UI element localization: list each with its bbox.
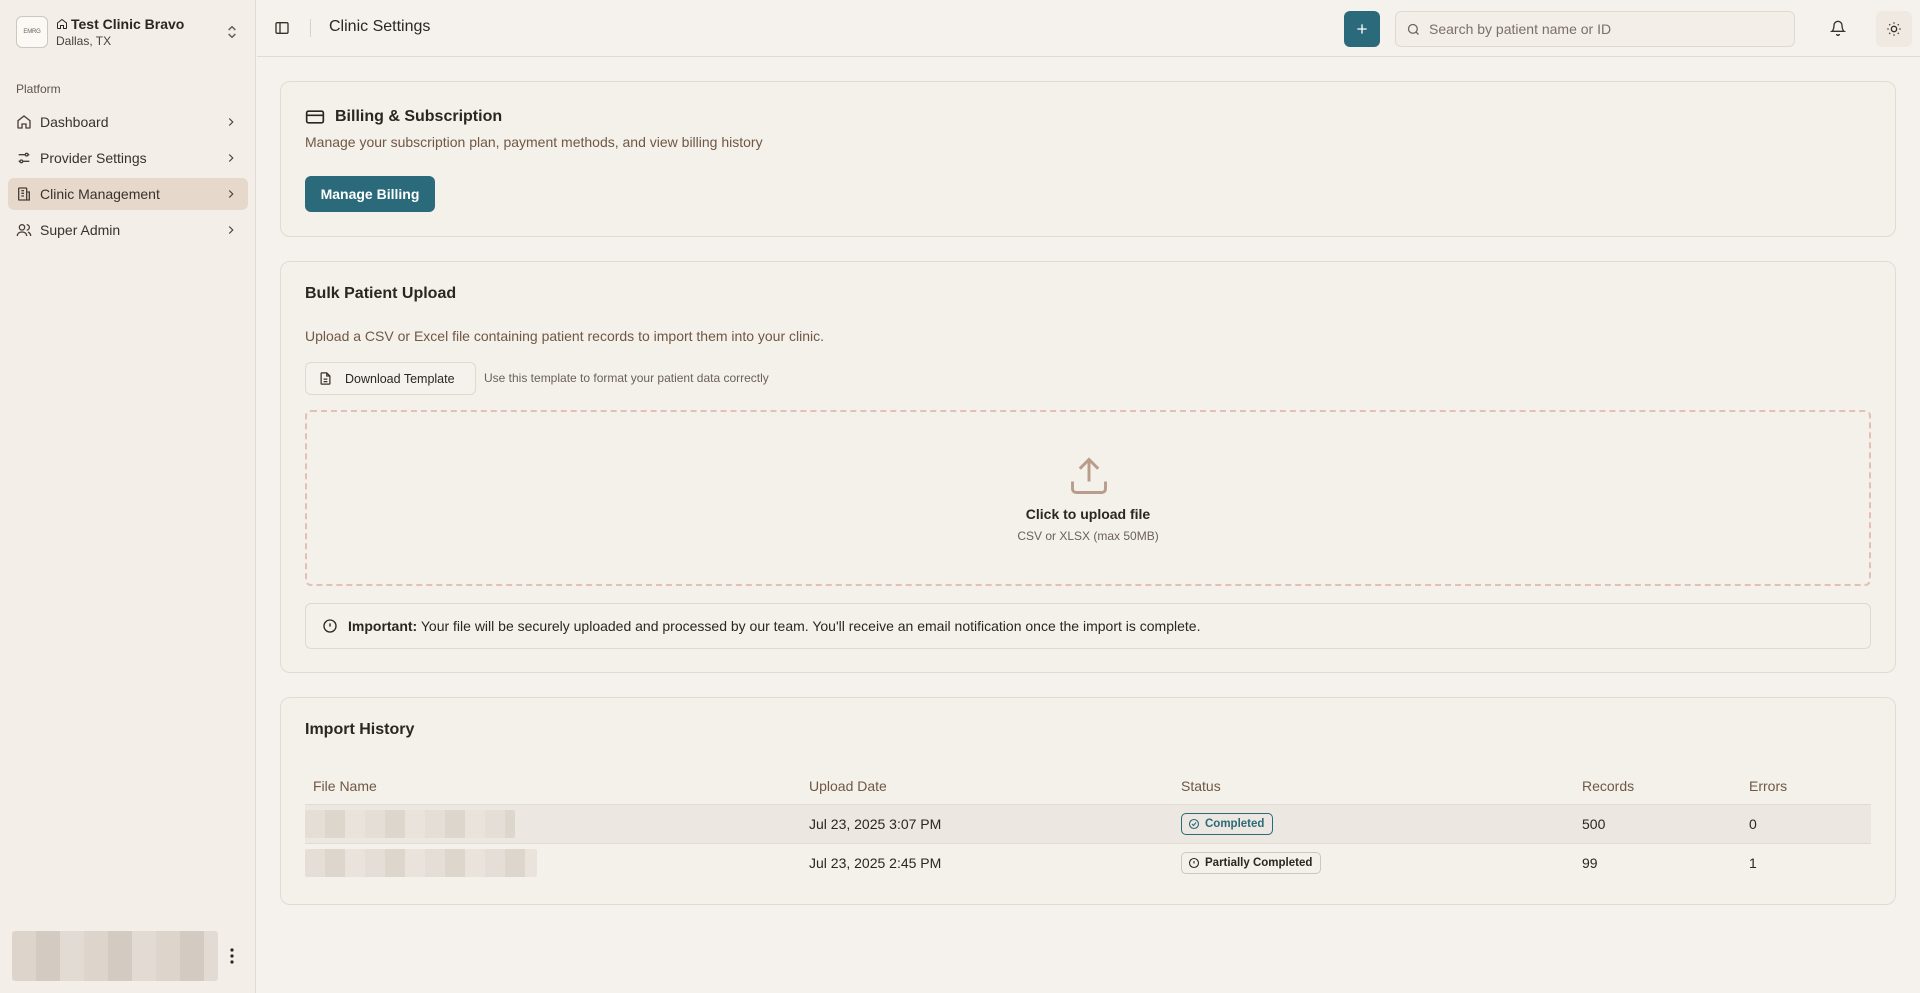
table-header-row: File Name Upload Date Status Records Err… xyxy=(305,768,1871,805)
records-cell: 99 xyxy=(1582,854,1598,871)
clinic-switcher[interactable]: EMRG Test Clinic Bravo Dallas, TX xyxy=(10,8,246,56)
status-badge: Partially Completed xyxy=(1181,851,1322,874)
clinic-name-row: Test Clinic Bravo xyxy=(56,16,216,32)
upload-description: Upload a CSV or Excel file containing pa… xyxy=(305,328,825,344)
sliders-icon xyxy=(18,152,30,164)
sidebar-item-provider-settings[interactable]: Provider Settings xyxy=(8,142,248,174)
import-history-table: File Name Upload Date Status Records Err… xyxy=(305,768,1871,882)
redacted-file-name xyxy=(305,809,515,838)
download-template-button[interactable]: Download Template xyxy=(305,362,476,395)
upload-title: Bulk Patient Upload xyxy=(305,285,457,302)
import-history-card: Import History File Name Upload Date Sta… xyxy=(280,697,1896,905)
clinic-name: Test Clinic Bravo xyxy=(71,16,185,32)
chevron-right-icon xyxy=(228,190,234,198)
sun-icon xyxy=(1887,22,1901,36)
errors-cell: 0 xyxy=(1741,804,1871,844)
chevron-right-icon xyxy=(228,226,234,234)
sidebar: EMRG Test Clinic Bravo Dallas, TX Platfo… xyxy=(0,0,256,993)
column-header: Status xyxy=(1173,768,1574,805)
sidebar-item-super-admin[interactable]: Super Admin xyxy=(8,214,248,246)
sidebar-item-dashboard[interactable]: Dashboard xyxy=(8,106,248,138)
file-name-cell xyxy=(305,804,801,844)
notice-text: Your file will be securely uploaded and … xyxy=(420,618,1201,634)
search-input[interactable] xyxy=(1429,21,1789,37)
status-badge: Completed xyxy=(1181,812,1274,835)
status-label: Partially Completed xyxy=(1205,856,1313,869)
theme-toggle-button[interactable] xyxy=(1876,11,1912,47)
alert-circle-icon xyxy=(323,619,337,633)
credit-card-icon xyxy=(305,110,325,124)
clinic-logo: EMRG xyxy=(16,16,48,48)
chevrons-up-down-icon xyxy=(228,25,236,39)
home-icon xyxy=(57,18,67,29)
user-profile[interactable] xyxy=(12,931,218,981)
building-icon xyxy=(18,187,30,201)
check-circle-icon xyxy=(1188,818,1200,829)
redacted-file-name xyxy=(305,848,537,877)
divider xyxy=(310,19,311,37)
notice-text-wrap: Important: Your file will be securely up… xyxy=(348,618,1200,634)
redacted-user-info xyxy=(12,931,218,981)
top-bar: Clinic Settings xyxy=(257,0,1920,57)
sidebar-item-label: Super Admin xyxy=(40,222,121,238)
billing-header: Billing & Subscription xyxy=(305,107,502,127)
add-button[interactable] xyxy=(1344,11,1380,47)
status-label: Completed xyxy=(1205,817,1265,830)
file-name-cell xyxy=(305,843,801,882)
alert-circle-icon xyxy=(1188,857,1200,868)
sidebar-toggle-icon[interactable] xyxy=(274,20,290,36)
notice-label: Important: xyxy=(348,618,418,634)
sidebar-item-clinic-management[interactable]: Clinic Management xyxy=(8,178,248,210)
table-row[interactable]: Jul 23, 2025 2:45 PM Partially Completed… xyxy=(305,843,1871,882)
column-header: File Name xyxy=(305,768,801,805)
file-icon xyxy=(320,372,331,385)
column-header: Upload Date xyxy=(801,768,1173,805)
records-cell: 500 xyxy=(1574,804,1741,844)
column-header: Records xyxy=(1574,768,1741,805)
table-row[interactable]: Jul 23, 2025 3:07 PM Completed 500 0 xyxy=(305,804,1871,844)
upload-date-cell: Jul 23, 2025 3:07 PM xyxy=(801,804,1173,844)
file-dropzone[interactable]: Click to upload file CSV or XLSX (max 50… xyxy=(305,410,1871,586)
billing-card: Billing & Subscription Manage your subsc… xyxy=(280,81,1896,237)
plus-icon xyxy=(1357,24,1367,34)
billing-title: Billing & Subscription xyxy=(335,108,503,125)
upload-date-cell: Jul 23, 2025 2:45 PM xyxy=(809,854,942,871)
bell-icon[interactable] xyxy=(1830,20,1846,36)
chevron-right-icon xyxy=(228,118,234,126)
bulk-upload-card: Bulk Patient Upload Upload a CSV or Exce… xyxy=(280,261,1896,673)
status-cell: Partially Completed xyxy=(1173,843,1574,882)
important-notice: Important: Your file will be securely up… xyxy=(305,603,1871,649)
section-label-platform: Platform xyxy=(16,82,61,96)
history-title: Import History xyxy=(305,721,415,738)
sidebar-item-label: Clinic Management xyxy=(40,186,160,202)
column-header: Errors xyxy=(1741,768,1871,805)
billing-description: Manage your subscription plan, payment m… xyxy=(305,134,763,150)
clinic-location: Dallas, TX xyxy=(56,34,112,48)
search-icon xyxy=(1407,23,1419,35)
sidebar-item-label: Dashboard xyxy=(40,114,109,130)
status-cell: Completed xyxy=(1173,804,1574,844)
chevron-right-icon xyxy=(228,154,234,162)
download-hint: Use this template to format your patient… xyxy=(484,371,769,385)
users-icon xyxy=(16,224,32,237)
manage-billing-button[interactable]: Manage Billing xyxy=(305,176,435,212)
dropzone-title: Click to upload file xyxy=(1025,506,1151,522)
download-template-label: Download Template xyxy=(345,371,455,386)
sidebar-item-label: Provider Settings xyxy=(40,150,147,166)
page-title: Clinic Settings xyxy=(329,18,431,35)
clinic-info: Test Clinic Bravo Dallas, TX xyxy=(56,16,216,48)
upload-icon xyxy=(1071,457,1107,494)
more-vertical-icon[interactable] xyxy=(224,945,240,967)
errors-cell: 1 xyxy=(1749,854,1757,871)
home-icon xyxy=(17,115,31,129)
dropzone-subtitle: CSV or XLSX (max 50MB) xyxy=(1017,529,1159,543)
sidebar-nav: Dashboard Provider Settings Clinic Manag… xyxy=(8,106,248,250)
search-box xyxy=(1395,11,1795,47)
